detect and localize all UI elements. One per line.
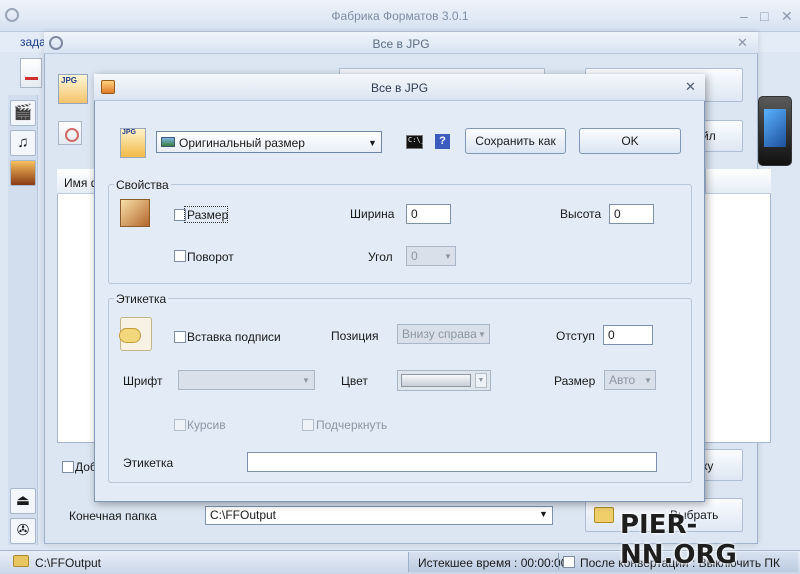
indent-label: Отступ: [556, 329, 595, 343]
label-text-label: Этикетка: [123, 456, 174, 470]
audio-category-icon[interactable]: ♫: [10, 130, 36, 156]
chevron-down-icon[interactable]: ▼: [644, 376, 652, 385]
height-input[interactable]: 0: [609, 204, 654, 224]
close-button[interactable]: ✕: [781, 8, 793, 25]
image-size-icon: [161, 137, 175, 147]
column-header-right[interactable]: [705, 169, 765, 194]
color-swatch: [401, 374, 471, 387]
indent-input[interactable]: 0: [603, 325, 653, 345]
label-group-title: Этикетка: [114, 292, 169, 306]
caption-icon: [119, 317, 152, 351]
shutdown-after-conversion-checkbox[interactable]: [563, 556, 575, 568]
image-properties-icon: [120, 199, 150, 227]
height-label: Высота: [560, 207, 602, 221]
font-label: Шрифт: [123, 374, 163, 388]
main-window-title: Фабрика Форматов 3.0.1: [331, 9, 469, 23]
chevron-down-icon[interactable]: ▼: [539, 509, 548, 519]
rotate-checkbox[interactable]: [174, 250, 186, 262]
destination-folder-label: Конечная папка: [69, 509, 157, 523]
dialog-close-icon[interactable]: ✕: [685, 79, 696, 95]
help-icon[interactable]: ?: [435, 134, 450, 149]
status-output-path: C:\FFOutput: [35, 556, 102, 570]
chevron-down-icon[interactable]: ▼: [368, 138, 377, 148]
angle-label: Угол: [368, 250, 393, 264]
image-category-icon[interactable]: [10, 160, 36, 186]
size-preset-value: Оригинальный размер: [179, 136, 305, 150]
position-select[interactable]: Внизу справа: [397, 324, 490, 344]
menu-item-task[interactable]: зада: [20, 35, 46, 49]
remove-icon[interactable]: [58, 121, 82, 145]
chevron-down-icon[interactable]: ▼: [478, 330, 486, 339]
rotate-label: Поворот: [187, 250, 234, 264]
width-input[interactable]: 0: [406, 204, 451, 224]
converter-window-title: Все в JPG: [372, 37, 430, 51]
video-category-icon[interactable]: 🎬: [10, 100, 36, 126]
resize-label: Размер: [187, 208, 229, 222]
ok-button[interactable]: OK: [579, 128, 681, 154]
properties-group: [108, 184, 692, 284]
insert-caption-checkbox[interactable]: [174, 331, 186, 343]
command-line-icon[interactable]: C:\_: [406, 135, 425, 149]
italic-label: Курсив: [187, 418, 226, 432]
save-as-button[interactable]: Сохранить как: [465, 128, 566, 154]
properties-group-title: Свойства: [114, 178, 171, 192]
underline-checkbox[interactable]: [302, 419, 314, 431]
status-separator: [558, 553, 559, 570]
watermark: PIER-NN.ORG: [620, 510, 737, 570]
converter-close-icon[interactable]: ✕: [737, 35, 748, 51]
insert-caption-label: Вставка подписи: [187, 330, 281, 344]
film-reel-icon[interactable]: ✇: [10, 518, 36, 544]
position-label: Позиция: [331, 329, 379, 343]
minimize-button[interactable]: –: [740, 8, 748, 24]
width-label: Ширина: [350, 207, 395, 221]
jpg-format-icon: JPG: [58, 74, 88, 104]
destination-folder-select[interactable]: C:\FFOutput: [205, 506, 553, 525]
chevron-down-icon[interactable]: ▼: [302, 376, 310, 385]
new-task-icon[interactable]: [20, 58, 42, 88]
label-text-input[interactable]: [247, 452, 657, 472]
italic-checkbox[interactable]: [174, 419, 186, 431]
dialog-title: Все в JPG: [370, 81, 429, 95]
chevron-down-icon[interactable]: ▼: [444, 252, 452, 261]
disc-drive-icon[interactable]: ⏏: [10, 488, 36, 514]
underline-label: Подчеркнуть: [316, 418, 388, 432]
font-size-label: Размер: [554, 374, 596, 388]
mobile-device-image: [758, 96, 792, 166]
font-select[interactable]: [178, 370, 315, 390]
status-elapsed-time: Истекшее время : 00:00:00: [418, 556, 568, 570]
color-label: Цвет: [341, 374, 368, 388]
folder-icon: [594, 507, 614, 523]
chevron-down-icon[interactable]: ▼: [475, 373, 487, 388]
folder-icon[interactable]: [13, 555, 29, 567]
jpg-format-icon: JPG: [120, 128, 146, 158]
add-checkbox[interactable]: [62, 461, 74, 473]
maximize-button[interactable]: □: [760, 8, 768, 24]
